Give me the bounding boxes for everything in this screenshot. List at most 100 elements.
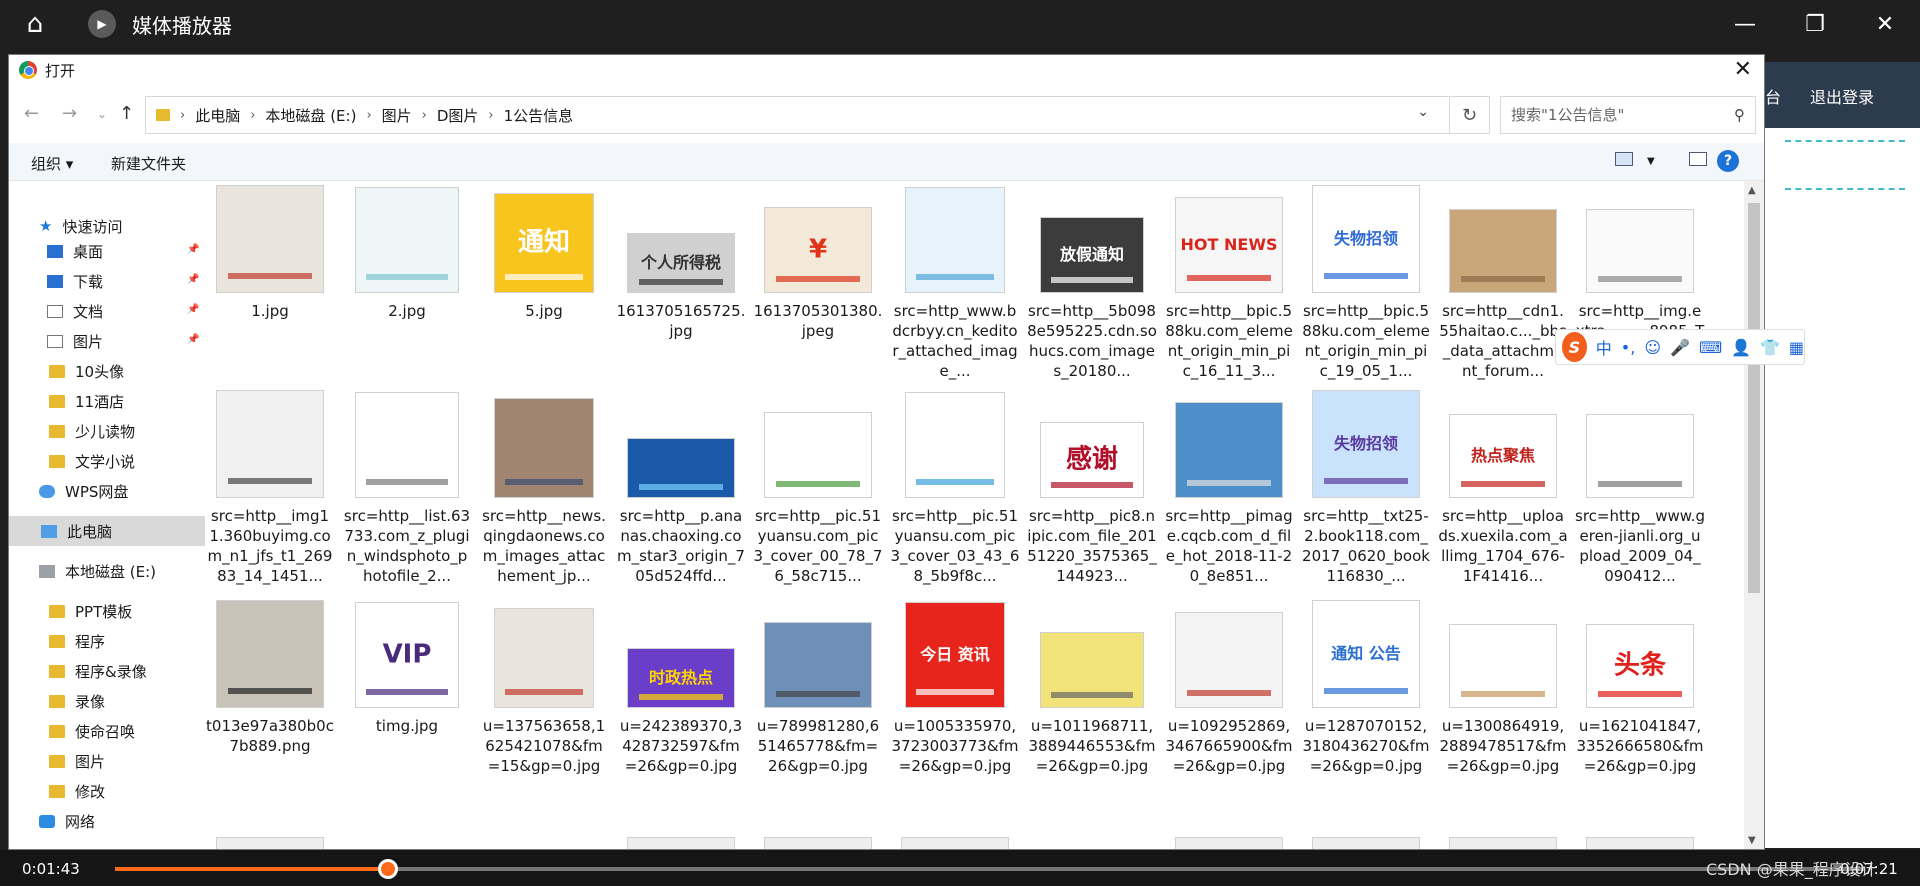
file-item[interactable]: src=http__pimage.cqcb.com_d_file_hot_201… <box>1164 386 1294 586</box>
file-item[interactable]: 通知 公告 u=1287070152,3180436270&fm=26&gp=0.… <box>1301 596 1431 776</box>
ime-button[interactable]: •, <box>1621 338 1636 357</box>
file-item[interactable]: 热点聚焦 src=http__uploads.xuexila.com_allimg… <box>1438 386 1568 586</box>
sidebar-item[interactable]: 下载 <box>47 266 103 296</box>
file-item[interactable]: src=http__pic.51yuansu.com_pic3_cover_03… <box>890 386 1020 586</box>
seek-bar[interactable] <box>115 859 1865 879</box>
ime-button[interactable]: ⌨ <box>1699 338 1722 357</box>
file-item[interactable]: 失物招领 src=http__bpic.588ku.com_element_ori… <box>1301 181 1431 381</box>
file-item[interactable]: 今日 资讯 u=1005335970,3723003773&fm=26&gp=0.… <box>890 596 1020 776</box>
file-thumbnail[interactable] <box>1449 837 1557 849</box>
ime-button[interactable]: ▦ <box>1789 338 1804 357</box>
ime-button[interactable]: 👤 <box>1731 338 1751 357</box>
organize-button[interactable]: 组织 ▾ <box>31 153 73 174</box>
sidebar-item[interactable]: PPT模板 <box>49 596 132 626</box>
file-item[interactable]: t013e97a380b0c7b889.png <box>205 596 335 756</box>
sidebar-item[interactable]: 图片 <box>47 326 103 356</box>
pin-icon[interactable]: 📌 <box>187 334 199 345</box>
sidebar-item[interactable]: 使命召唤 <box>49 716 135 746</box>
file-item[interactable]: src=http__img11.360buyimg.com_n1_jfs_t1_… <box>205 386 335 586</box>
search-icon[interactable]: ⚲ <box>1734 97 1745 133</box>
breadcrumb-item[interactable]: 1公告信息 <box>504 105 574 126</box>
scroll-down-icon[interactable]: ▼ <box>1748 835 1756 846</box>
file-item[interactable]: u=1092952869,3467665900&fm=26&gp=0.jpg <box>1164 596 1294 776</box>
breadcrumb-item[interactable]: 本地磁盘 (E:) <box>265 105 356 126</box>
sogou-logo-icon[interactable]: S <box>1562 332 1587 362</box>
sidebar-item[interactable]: 桌面 <box>47 236 103 266</box>
breadcrumb-item[interactable]: 此电脑 <box>195 105 240 126</box>
file-item[interactable]: 头条 u=1621041847,3352666580&fm=26&gp=0.jpg <box>1575 596 1705 776</box>
file-thumbnail[interactable] <box>764 837 872 849</box>
file-thumbnail[interactable] <box>627 837 735 849</box>
sidebar-item[interactable]: 11酒店 <box>49 386 124 416</box>
file-thumbnail[interactable] <box>1175 837 1283 849</box>
file-thumbnail[interactable] <box>216 837 324 849</box>
file-item[interactable]: u=1011968711,3889446553&fm=26&gp=0.jpg <box>1027 596 1157 776</box>
scroll-up-icon[interactable]: ▲ <box>1748 185 1756 196</box>
forward-arrow-icon[interactable]: → <box>62 103 77 124</box>
file-item[interactable]: src=http__news.qingdaonews.com_images_at… <box>479 386 609 586</box>
sidebar-item[interactable]: 文学小说 <box>49 446 135 476</box>
file-thumbnail[interactable] <box>1312 837 1420 849</box>
logout-link[interactable]: 退出登录 <box>1810 84 1874 108</box>
up-arrow-icon[interactable]: ↑ <box>119 103 134 124</box>
file-item[interactable]: 失物招领 src=http__txt25-2.book118.com_2017_0… <box>1301 386 1431 586</box>
file-item[interactable]: src=http_www.bdcrbyy.cn_keditor_attached… <box>890 181 1020 381</box>
file-thumbnail[interactable] <box>901 837 1009 849</box>
pin-icon[interactable]: 📌 <box>187 244 199 255</box>
sidebar-item[interactable]: 文档 <box>47 296 103 326</box>
recent-dropdown-icon[interactable]: ⌄ <box>97 107 107 121</box>
sidebar-item[interactable]: 图片 <box>49 746 105 776</box>
file-item[interactable]: src=http__cdn1.55haitao.c..._bbs_data_at… <box>1438 181 1568 381</box>
sidebar-item[interactable]: 程序 <box>49 626 105 656</box>
sidebar-item[interactable]: 录像 <box>49 686 105 716</box>
file-item[interactable]: u=137563658,1625421078&fm=15&gp=0.jpg <box>479 596 609 776</box>
scrollbar-thumb[interactable] <box>1748 203 1760 593</box>
sidebar-item[interactable]: 修改 <box>49 776 105 806</box>
file-thumbnail[interactable] <box>1586 837 1694 849</box>
file-item[interactable]: VIP timg.jpg <box>342 596 472 736</box>
file-item[interactable]: 个人所得税 1613705165725.jpg <box>616 181 746 341</box>
pin-icon[interactable]: 📌 <box>187 304 199 315</box>
file-item[interactable]: 通知 5.jpg <box>479 181 609 321</box>
home-icon[interactable]: ⌂ <box>0 0 70 48</box>
sidebar-item[interactable]: WPS网盘 <box>39 476 128 506</box>
file-item[interactable]: ¥1613705301380.jpeg <box>753 181 883 341</box>
ime-button[interactable]: 中 <box>1596 335 1612 359</box>
file-item[interactable]: 2.jpg <box>342 181 472 321</box>
vertical-scrollbar[interactable]: ▲ ▼ <box>1744 181 1764 849</box>
file-item[interactable]: src=http__p.ananas.chaoxing.com_star3_or… <box>616 386 746 586</box>
address-bar[interactable]: › 此电脑 › 本地磁盘 (E:) › 图片 › D图片 › 1公告信息 ⌄ ↻ <box>145 96 1490 134</box>
file-item[interactable]: 感谢 src=http__pic8.nipic.com_file_20151220… <box>1027 386 1157 586</box>
breadcrumb-item[interactable]: 图片 <box>382 105 412 126</box>
change-view-icon[interactable] <box>1615 152 1633 166</box>
file-item[interactable]: src=http__list.63733.com_z_plugin_windsp… <box>342 386 472 586</box>
ime-button[interactable]: ☺ <box>1644 338 1661 357</box>
sidebar-item[interactable]: 本地磁盘 (E:) <box>39 556 156 586</box>
new-folder-button[interactable]: 新建文件夹 <box>111 153 186 174</box>
help-icon[interactable]: ? <box>1717 150 1739 172</box>
view-dropdown-icon[interactable]: ▼ <box>1647 156 1655 167</box>
minimize-icon[interactable]: — <box>1710 0 1780 48</box>
breadcrumb-item[interactable]: D图片 <box>437 105 479 126</box>
restore-icon[interactable]: ❐ <box>1780 0 1850 48</box>
search-input[interactable]: 搜索"1公告信息" ⚲ <box>1500 96 1756 134</box>
close-icon[interactable]: ✕ <box>1850 0 1920 48</box>
pin-icon[interactable]: 📌 <box>187 274 199 285</box>
file-item[interactable]: 1.jpg <box>205 181 335 321</box>
ime-button[interactable]: 👕 <box>1760 338 1780 357</box>
sidebar-item[interactable]: 少儿读物 <box>49 416 135 446</box>
back-arrow-icon[interactable]: ← <box>24 103 39 124</box>
file-item[interactable]: HOT NEWS src=http__bpic.588ku.com_element… <box>1164 181 1294 381</box>
sidebar-item[interactable]: 10头像 <box>49 356 124 386</box>
file-item[interactable]: 时政热点 u=242389370,3428732597&fm=26&gp=0.jp… <box>616 596 746 776</box>
refresh-icon[interactable]: ↻ <box>1449 97 1489 133</box>
file-item[interactable]: u=1300864919,2889478517&fm=26&gp=0.jpg <box>1438 596 1568 776</box>
sidebar-item[interactable]: 网络 <box>39 806 95 836</box>
seek-handle[interactable] <box>378 859 398 879</box>
sidebar-item[interactable]: 程序&录像 <box>49 656 147 686</box>
dialog-close-icon[interactable]: ✕ <box>1734 57 1752 82</box>
sidebar-item[interactable]: 此电脑 <box>9 516 205 546</box>
ime-button[interactable]: 🎤 <box>1670 338 1690 357</box>
file-item[interactable]: src=http__pic.51yuansu.com_pic3_cover_00… <box>753 386 883 586</box>
address-dropdown-icon[interactable]: ⌄ <box>1417 104 1429 120</box>
